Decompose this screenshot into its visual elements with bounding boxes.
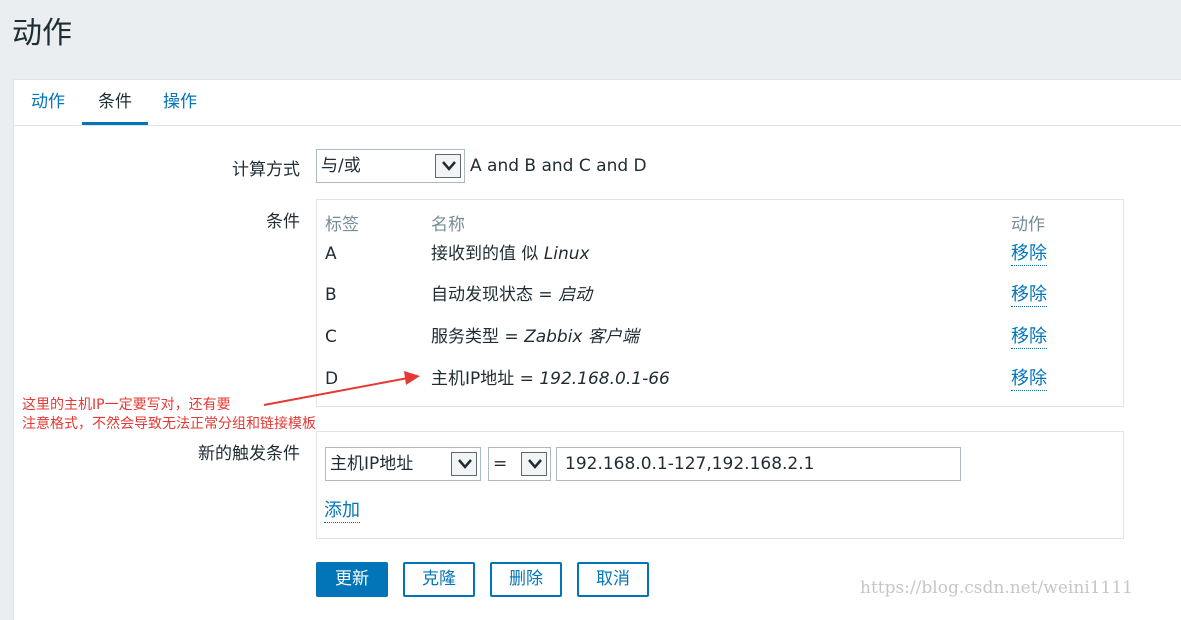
calc-method-label: 计算方式 xyxy=(232,160,300,180)
conditions-label: 条件 xyxy=(266,212,300,232)
row-d-name: 主机IP地址 = 192.168.0.1-66 xyxy=(431,369,670,389)
cancel-button[interactable]: 取消 xyxy=(577,562,649,597)
row-c-tag: C xyxy=(325,327,337,347)
row-b-tag: B xyxy=(325,285,337,305)
condition-type-value: 主机IP地址 xyxy=(330,454,414,474)
new-condition-label: 新的触发条件 xyxy=(198,444,300,464)
column-header-name: 名称 xyxy=(431,215,465,235)
chevron-down-icon xyxy=(451,452,477,476)
calc-formula: A and B and C and D xyxy=(470,156,647,176)
conditions-table: 标签 名称 动作 A 接收到的值 似 Linux 移除 B 自动发现状态 = 启… xyxy=(316,199,1124,407)
condition-operator-select[interactable]: = xyxy=(488,447,551,481)
row-b-name: 自动发现状态 = 启动 xyxy=(431,285,593,305)
delete-button[interactable]: 删除 xyxy=(490,562,562,597)
annotation-line-1: 这里的主机IP一定要写对，还有要 xyxy=(22,397,231,413)
new-condition-box: 主机IP地址 = 添加 xyxy=(316,431,1124,539)
condition-value-input[interactable] xyxy=(556,447,961,481)
chevron-down-icon xyxy=(521,452,547,476)
remove-link-a[interactable]: 移除 xyxy=(1011,243,1047,266)
calc-method-value: 与/或 xyxy=(321,156,361,176)
chevron-down-icon xyxy=(435,154,461,178)
column-header-tag: 标签 xyxy=(325,215,359,235)
annotation-line-2: 注意格式，不然会导致无法正常分组和链接模板 xyxy=(22,416,316,432)
clone-button[interactable]: 克隆 xyxy=(403,562,475,597)
column-header-action: 动作 xyxy=(1011,215,1045,235)
row-a-name: 接收到的值 似 Linux xyxy=(431,244,590,264)
row-d-tag: D xyxy=(325,369,339,389)
calc-method-select[interactable]: 与/或 xyxy=(316,149,465,183)
update-button[interactable]: 更新 xyxy=(316,562,388,597)
main-panel: 动作 条件 操作 计算方式 与/或 A and B and C and D 条件… xyxy=(13,79,1181,620)
remove-link-c[interactable]: 移除 xyxy=(1011,326,1047,349)
page-title: 动作 xyxy=(12,16,72,51)
annotation-note: 这里的主机IP一定要写对，还有要 注意格式，不然会导致无法正常分组和链接模板 xyxy=(22,396,316,434)
condition-operator-value: = xyxy=(493,454,508,474)
tab-action[interactable]: 动作 xyxy=(30,80,66,124)
tab-conditions[interactable]: 条件 xyxy=(82,80,148,124)
tab-operations[interactable]: 操作 xyxy=(162,80,198,124)
watermark: https://blog.csdn.net/weini1111 xyxy=(860,578,1133,598)
tab-bar: 动作 条件 操作 xyxy=(14,80,1181,126)
add-condition-link[interactable]: 添加 xyxy=(324,500,360,523)
row-c-name: 服务类型 = Zabbix 客户端 xyxy=(431,327,639,347)
row-a-tag: A xyxy=(325,244,337,264)
remove-link-d[interactable]: 移除 xyxy=(1011,368,1047,391)
condition-type-select[interactable]: 主机IP地址 xyxy=(325,447,481,481)
remove-link-b[interactable]: 移除 xyxy=(1011,284,1047,307)
active-tab-indicator xyxy=(82,122,148,125)
